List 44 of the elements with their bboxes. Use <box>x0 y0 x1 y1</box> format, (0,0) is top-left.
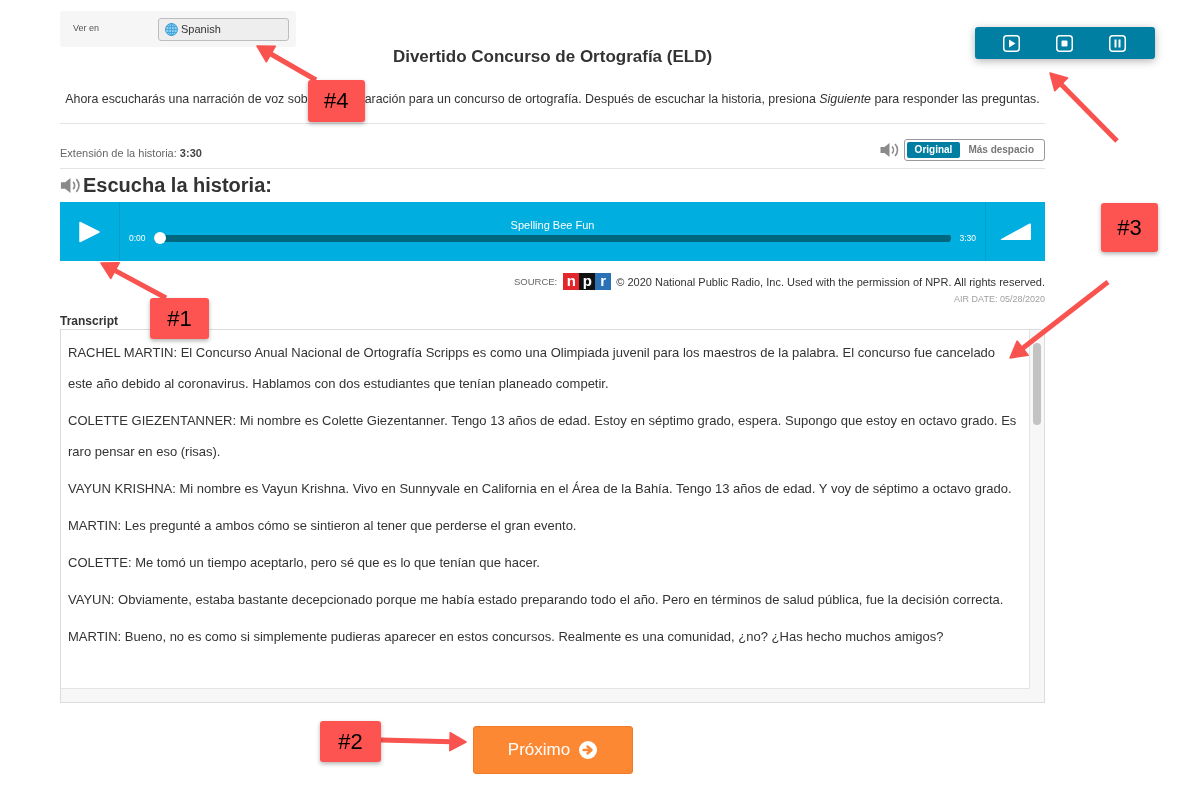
play-icon <box>1002 34 1020 52</box>
air-date: AIR DATE: 05/28/2020 <box>953 293 1045 305</box>
track-title: Spelling Bee Fun <box>509 219 596 231</box>
progress-track[interactable] <box>153 232 952 244</box>
callout-label: #2 <box>320 721 381 762</box>
speed-option[interactable]: Original <box>906 142 961 158</box>
transcript-paragraph: MARTIN: Les pregunté a ambos cómo se sintieron al tener que perderse el gran evento. <box>68 517 578 535</box>
progress-thumb[interactable] <box>153 232 166 244</box>
transcript-paragraph: MARTIN: Bueno, no es como si simplemente pudieras aparecer en estos concursos. Realmente es una comunidad, ¿no? ¿Has hecho muchos amigos? <box>68 628 945 646</box>
globe-icon <box>165 22 178 36</box>
arrow-right-icon <box>579 741 598 759</box>
transcript-paragraph: VAYUN KRISHNA: Mi nombre es Vayun Krishna. Vivo en Sunnyvale en California en el Área de la Bahía. Tengo 13 años de edad. Y voy de séptimo a octavo grado. <box>68 480 1013 498</box>
instruction-text: aración para un concurso de ortografía. Después de escuchar la historia, presiona Siguiente para responder las preguntas. <box>364 91 1040 108</box>
transcript-paragraph: VAYUN: Obviamente, estaba bastante decepcionado porque me había estado preparando todo el año. Pero en términos de salud pública, fue la decisión correcta. <box>68 591 1005 609</box>
section-heading: Escucha la historia: <box>83 173 272 197</box>
transcript-paragraph: COLETTE GIEZENTANNER: Mi nombre es Colette Giezentanner. Tengo 13 años de edad. Estoy en séptimo grado, espera. Supongo que estoy en octavo grado. Es raro pensar en eso (risas). <box>68 412 1018 461</box>
annotation-arrow <box>1049 72 1119 143</box>
instruction-text: Ahora escucharás una narración de voz sob <box>65 91 308 108</box>
next-button[interactable]: Próximo <box>472 726 633 774</box>
transcript-paragraph: RACHEL MARTIN: El Concurso Anual Nacional de Ortografía Scripps es como una Olimpiada juvenil para los maestros de la palabra. El concurso fue cancelado este año debido al coronavirus. Hablamos con dos estudiantes que tenían planeado competir. <box>68 344 997 393</box>
pause-icon <box>1108 34 1126 52</box>
source-logo: n p r <box>563 273 612 290</box>
source-label: SOURCE: <box>513 274 558 289</box>
speaker-icon <box>60 176 82 194</box>
speed-option[interactable]: Más despacio <box>960 142 1042 158</box>
duration-time: 3:30 <box>959 233 976 243</box>
callout-label: #4 <box>307 80 365 122</box>
copyright-text: © 2020 National Public Radio, Inc. Used with the permission of NPR. All rights reserved. <box>616 274 1045 289</box>
scrollbar-thumb[interactable] <box>1033 343 1041 425</box>
language-button[interactable]: Spanish <box>158 17 289 41</box>
speaker-icon <box>879 142 900 158</box>
annotation-arrow <box>256 45 318 83</box>
callout-label: #1 <box>150 298 209 339</box>
callout-label: #3 <box>1101 203 1158 252</box>
page-title: Divertido Concurso de Ortografía (ELD) <box>392 47 713 67</box>
play-icon <box>79 220 100 243</box>
story-length-text: Extensión de la historia: 3:30 <box>60 146 202 161</box>
volume-icon <box>1000 223 1031 240</box>
stop-icon <box>1055 34 1073 52</box>
annotation-arrow <box>100 261 168 301</box>
transcript-paragraph: COLETTE: Me tomó un tiempo aceptarlo, pero sé que es lo que tenían que hacer. <box>68 554 541 572</box>
transcript-heading: Transcript <box>60 314 119 328</box>
language-label: Ver en <box>73 22 101 36</box>
elapsed-time: 0:00 <box>129 233 146 243</box>
